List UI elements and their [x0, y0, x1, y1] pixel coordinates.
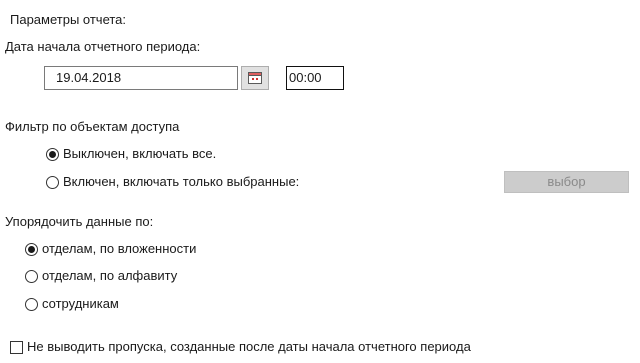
start-time-value: 00:00 [289, 70, 322, 85]
radio-unselected-icon [46, 175, 59, 189]
exclude-passes-label: Не выводить пропуска, созданные после да… [27, 339, 471, 354]
sort-option-hierarchy[interactable]: отделам, по вложенности [25, 241, 196, 257]
radio-unselected-icon [25, 297, 38, 311]
radio-selected-icon [46, 147, 59, 161]
exclude-passes-checkbox[interactable]: Не выводить пропуска, созданные после да… [10, 339, 471, 355]
sort-by-label: Упорядочить данные по: [5, 214, 154, 229]
access-filter-option-on[interactable]: Включен, включать только выбранные: [46, 174, 299, 190]
start-date-field[interactable]: 19.04.2018 [44, 66, 238, 90]
sort-option-alphabet[interactable]: отделам, по алфавиту [25, 268, 177, 284]
start-time-field[interactable]: 00:00 [286, 66, 344, 90]
start-date-label: Дата начала отчетного периода: [5, 39, 201, 54]
radio-selected-icon [25, 242, 38, 256]
sort-option-employees-label: сотрудникам [42, 296, 119, 311]
sort-option-alphabet-label: отделам, по алфавиту [42, 268, 178, 283]
access-filter-option-on-label: Включен, включать только выбранные: [63, 174, 300, 189]
calendar-icon [248, 72, 262, 84]
sort-option-hierarchy-label: отделам, по вложенности [42, 241, 197, 256]
access-filter-option-off[interactable]: Выключен, включать все. [46, 146, 216, 162]
section-title: Параметры отчета: [10, 12, 127, 27]
select-objects-button[interactable]: выбор [504, 171, 629, 193]
access-filter-label: Фильтр по объектам доступа [5, 119, 180, 134]
checkbox-unchecked-icon [10, 340, 23, 354]
start-date-value: 19.04.2018 [56, 70, 122, 85]
radio-unselected-icon [25, 269, 38, 283]
calendar-button[interactable] [241, 66, 269, 90]
sort-option-employees[interactable]: сотрудникам [25, 296, 119, 312]
access-filter-option-off-label: Выключен, включать все. [63, 146, 217, 161]
